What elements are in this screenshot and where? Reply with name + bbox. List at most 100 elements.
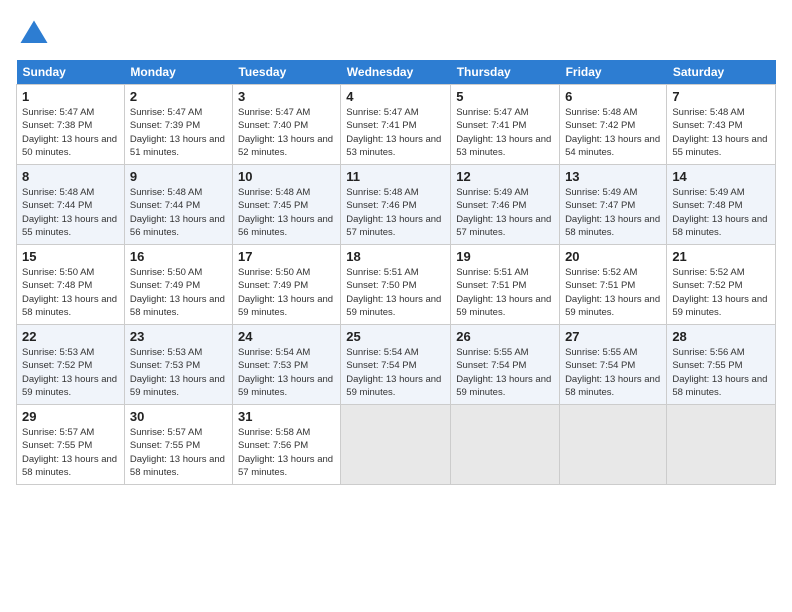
day-number: 19 (456, 249, 554, 264)
calendar-cell: 2 Sunrise: 5:47 AMSunset: 7:39 PMDaylight… (124, 85, 232, 165)
calendar-cell (560, 405, 667, 485)
day-info: Sunrise: 5:51 AMSunset: 7:51 PMDaylight:… (456, 266, 554, 319)
calendar-cell: 3Sunrise: 5:47 AMSunset: 7:40 PMDaylight… (232, 85, 340, 165)
day-number: 2 (130, 89, 227, 104)
day-number: 8 (22, 169, 119, 184)
day-number: 3 (238, 89, 335, 104)
day-number: 24 (238, 329, 335, 344)
calendar-cell: 15 Sunrise: 5:50 AMSunset: 7:48 PMDayligh… (17, 245, 125, 325)
calendar-cell: 27 Sunrise: 5:55 AMSunset: 7:54 PMDayligh… (560, 325, 667, 405)
logo (16, 16, 58, 52)
calendar-cell: 29 Sunrise: 5:57 AMSunset: 7:55 PMDayligh… (17, 405, 125, 485)
calendar-cell: 17 Sunrise: 5:50 AMSunset: 7:49 PMDayligh… (232, 245, 340, 325)
day-info: Sunrise: 5:48 AMSunset: 7:43 PMDaylight:… (672, 106, 770, 159)
calendar-cell: 11 Sunrise: 5:48 AMSunset: 7:46 PMDayligh… (341, 165, 451, 245)
calendar-week-1: 1Sunrise: 5:47 AMSunset: 7:38 PMDaylight… (17, 85, 776, 165)
calendar-cell: 21 Sunrise: 5:52 AMSunset: 7:52 PMDayligh… (667, 245, 776, 325)
day-info: Sunrise: 5:54 AMSunset: 7:53 PMDaylight:… (238, 346, 335, 399)
day-number: 14 (672, 169, 770, 184)
day-info: Sunrise: 5:49 AMSunset: 7:46 PMDaylight:… (456, 186, 554, 239)
weekday-header-wednesday: Wednesday (341, 60, 451, 85)
calendar-cell: 25Sunrise: 5:54 AMSunset: 7:54 PMDayligh… (341, 325, 451, 405)
day-info: Sunrise: 5:50 AMSunset: 7:48 PMDaylight:… (22, 266, 119, 319)
calendar-cell: 23 Sunrise: 5:53 AMSunset: 7:53 PMDayligh… (124, 325, 232, 405)
weekday-header-thursday: Thursday (451, 60, 560, 85)
day-number: 22 (22, 329, 119, 344)
calendar-cell: 22 Sunrise: 5:53 AMSunset: 7:52 PMDayligh… (17, 325, 125, 405)
calendar-week-2: 8 Sunrise: 5:48 AMSunset: 7:44 PMDaylight… (17, 165, 776, 245)
day-info: Sunrise: 5:58 AMSunset: 7:56 PMDaylight:… (238, 426, 335, 479)
day-number: 17 (238, 249, 335, 264)
day-info: Sunrise: 5:52 AMSunset: 7:51 PMDaylight:… (565, 266, 661, 319)
day-number: 31 (238, 409, 335, 424)
calendar-cell: 24 Sunrise: 5:54 AMSunset: 7:53 PMDayligh… (232, 325, 340, 405)
calendar-cell: 6 Sunrise: 5:48 AMSunset: 7:42 PMDaylight… (560, 85, 667, 165)
calendar-cell: 18Sunrise: 5:51 AMSunset: 7:50 PMDayligh… (341, 245, 451, 325)
day-number: 11 (346, 169, 445, 184)
day-number: 4 (346, 89, 445, 104)
weekday-header-tuesday: Tuesday (232, 60, 340, 85)
day-number: 16 (130, 249, 227, 264)
day-info: Sunrise: 5:56 AMSunset: 7:55 PMDaylight:… (672, 346, 770, 399)
calendar-cell: 4Sunrise: 5:47 AMSunset: 7:41 PMDaylight… (341, 85, 451, 165)
day-info: Sunrise: 5:47 AMSunset: 7:39 PMDaylight:… (130, 106, 227, 159)
weekday-header-saturday: Saturday (667, 60, 776, 85)
calendar-cell: 8 Sunrise: 5:48 AMSunset: 7:44 PMDaylight… (17, 165, 125, 245)
calendar-week-3: 15 Sunrise: 5:50 AMSunset: 7:48 PMDayligh… (17, 245, 776, 325)
day-info: Sunrise: 5:48 AMSunset: 7:42 PMDaylight:… (565, 106, 661, 159)
day-info: Sunrise: 5:53 AMSunset: 7:53 PMDaylight:… (130, 346, 227, 399)
day-info: Sunrise: 5:48 AMSunset: 7:44 PMDaylight:… (22, 186, 119, 239)
calendar-cell: 16Sunrise: 5:50 AMSunset: 7:49 PMDayligh… (124, 245, 232, 325)
calendar-week-5: 29 Sunrise: 5:57 AMSunset: 7:55 PMDayligh… (17, 405, 776, 485)
calendar-cell: 9 Sunrise: 5:48 AMSunset: 7:44 PMDaylight… (124, 165, 232, 245)
calendar-cell: 7 Sunrise: 5:48 AMSunset: 7:43 PMDaylight… (667, 85, 776, 165)
day-info: Sunrise: 5:57 AMSunset: 7:55 PMDaylight:… (22, 426, 119, 479)
calendar-cell (451, 405, 560, 485)
calendar-cell (667, 405, 776, 485)
page-header (16, 16, 776, 52)
calendar-cell (341, 405, 451, 485)
day-number: 9 (130, 169, 227, 184)
day-info: Sunrise: 5:57 AMSunset: 7:55 PMDaylight:… (130, 426, 227, 479)
calendar-cell: 13 Sunrise: 5:49 AMSunset: 7:47 PMDayligh… (560, 165, 667, 245)
day-number: 15 (22, 249, 119, 264)
calendar-cell: 20Sunrise: 5:52 AMSunset: 7:51 PMDayligh… (560, 245, 667, 325)
calendar-week-4: 22 Sunrise: 5:53 AMSunset: 7:52 PMDayligh… (17, 325, 776, 405)
day-info: Sunrise: 5:53 AMSunset: 7:52 PMDaylight:… (22, 346, 119, 399)
day-info: Sunrise: 5:47 AMSunset: 7:41 PMDaylight:… (456, 106, 554, 159)
day-info: Sunrise: 5:51 AMSunset: 7:50 PMDaylight:… (346, 266, 445, 319)
weekday-header-monday: Monday (124, 60, 232, 85)
day-number: 27 (565, 329, 661, 344)
calendar-cell: 1Sunrise: 5:47 AMSunset: 7:38 PMDaylight… (17, 85, 125, 165)
day-number: 7 (672, 89, 770, 104)
day-info: Sunrise: 5:48 AMSunset: 7:46 PMDaylight:… (346, 186, 445, 239)
day-info: Sunrise: 5:49 AMSunset: 7:48 PMDaylight:… (672, 186, 770, 239)
day-number: 26 (456, 329, 554, 344)
day-info: Sunrise: 5:47 AMSunset: 7:38 PMDaylight:… (22, 106, 119, 159)
calendar-cell: 28Sunrise: 5:56 AMSunset: 7:55 PMDayligh… (667, 325, 776, 405)
day-info: Sunrise: 5:50 AMSunset: 7:49 PMDaylight:… (238, 266, 335, 319)
weekday-header-friday: Friday (560, 60, 667, 85)
day-number: 29 (22, 409, 119, 424)
day-info: Sunrise: 5:55 AMSunset: 7:54 PMDaylight:… (456, 346, 554, 399)
calendar-cell: 5 Sunrise: 5:47 AMSunset: 7:41 PMDaylight… (451, 85, 560, 165)
calendar-cell: 19 Sunrise: 5:51 AMSunset: 7:51 PMDayligh… (451, 245, 560, 325)
day-number: 13 (565, 169, 661, 184)
calendar-cell: 26 Sunrise: 5:55 AMSunset: 7:54 PMDayligh… (451, 325, 560, 405)
day-info: Sunrise: 5:52 AMSunset: 7:52 PMDaylight:… (672, 266, 770, 319)
day-info: Sunrise: 5:49 AMSunset: 7:47 PMDaylight:… (565, 186, 661, 239)
logo-icon (16, 16, 52, 52)
day-number: 6 (565, 89, 661, 104)
calendar-cell: 12 Sunrise: 5:49 AMSunset: 7:46 PMDayligh… (451, 165, 560, 245)
day-number: 30 (130, 409, 227, 424)
day-info: Sunrise: 5:48 AMSunset: 7:44 PMDaylight:… (130, 186, 227, 239)
day-number: 5 (456, 89, 554, 104)
day-number: 12 (456, 169, 554, 184)
day-number: 21 (672, 249, 770, 264)
day-info: Sunrise: 5:55 AMSunset: 7:54 PMDaylight:… (565, 346, 661, 399)
day-info: Sunrise: 5:54 AMSunset: 7:54 PMDaylight:… (346, 346, 445, 399)
day-number: 23 (130, 329, 227, 344)
day-number: 10 (238, 169, 335, 184)
calendar-body: 1Sunrise: 5:47 AMSunset: 7:38 PMDaylight… (17, 85, 776, 485)
calendar-cell: 10Sunrise: 5:48 AMSunset: 7:45 PMDayligh… (232, 165, 340, 245)
